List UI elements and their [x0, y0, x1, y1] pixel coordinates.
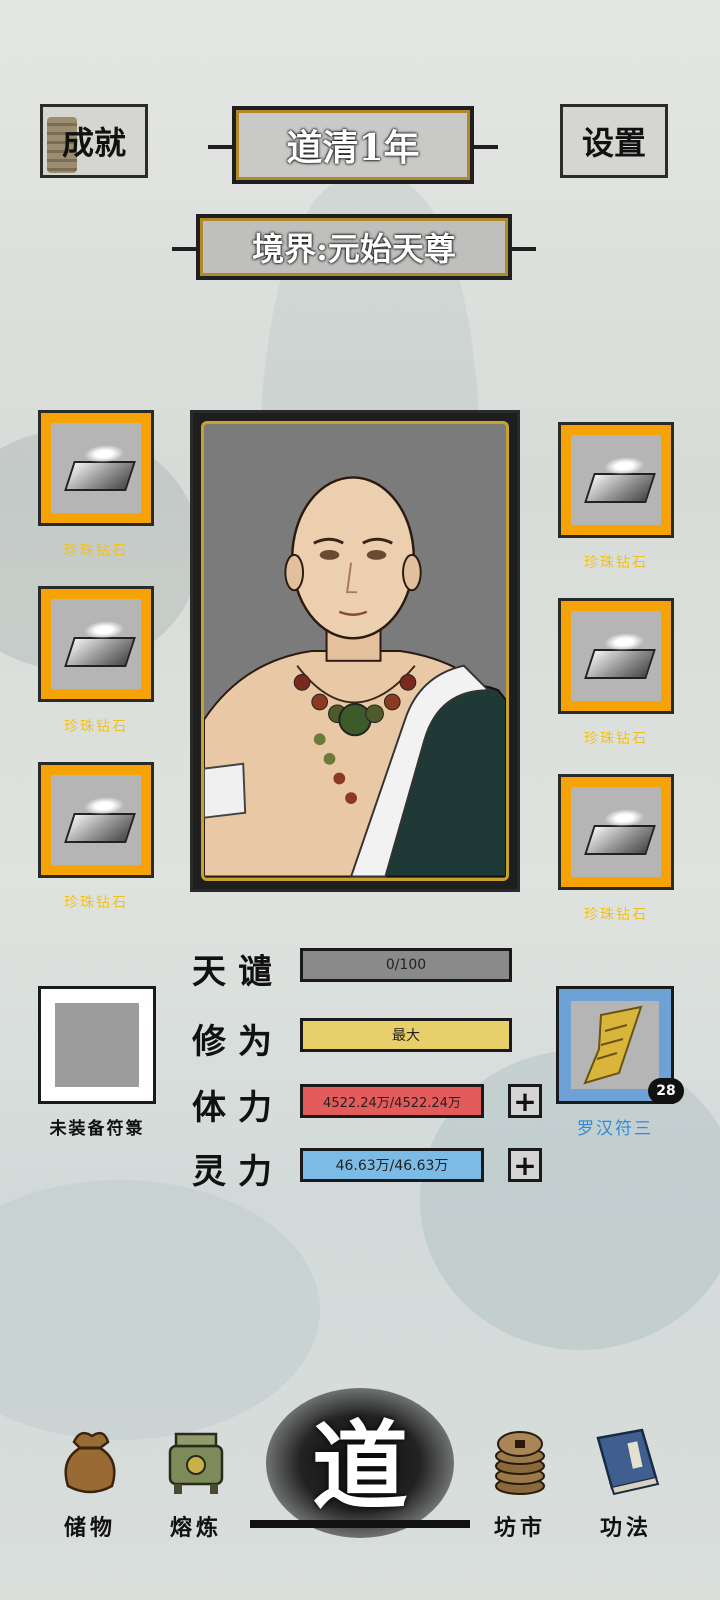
- gem-icon: [64, 637, 136, 667]
- equip-label: 珍珠钻石: [584, 731, 648, 747]
- talisman-equipped-label: 罗汉符三: [577, 1119, 653, 1139]
- tili-value: 4522.24万/4522.24万: [323, 1095, 461, 1111]
- equip-slot-right-3[interactable]: [558, 774, 674, 890]
- lingli-add-button[interactable]: +: [508, 1148, 542, 1182]
- achievements-button[interactable]: 成就: [40, 104, 148, 178]
- nav-storage[interactable]: 储物: [40, 1420, 140, 1542]
- year-title: 道清1年: [286, 127, 420, 169]
- nav-market[interactable]: 坊市: [470, 1420, 570, 1542]
- talisman-slot-empty[interactable]: [38, 986, 156, 1104]
- xiuwei-value: 最大: [392, 1028, 420, 1044]
- tili-bar: 4522.24万/4522.24万: [300, 1084, 484, 1118]
- character-portrait: [201, 421, 509, 881]
- nav-dao-label: 道: [312, 1409, 408, 1523]
- equip-slot-left-3[interactable]: [38, 762, 154, 878]
- gem-icon: [64, 461, 136, 491]
- year-banner: 道清1年: [208, 106, 498, 184]
- equip-label: 珍珠钻石: [64, 895, 128, 911]
- equip-label: 珍珠钻石: [584, 907, 648, 923]
- stat-label-tili: 体力: [192, 1088, 284, 1128]
- stat-label-lingli: 灵力: [192, 1152, 284, 1192]
- stat-label-tianqian: 天谴: [192, 952, 284, 992]
- equip-slot-right-2[interactable]: [558, 598, 674, 714]
- tianqian-bar: 0/100: [300, 948, 512, 982]
- nav-skills[interactable]: 功法: [576, 1420, 676, 1542]
- coin-stack-icon: [495, 1431, 545, 1495]
- gem-icon: [64, 813, 136, 843]
- realm-banner: 境界:元始天尊: [172, 214, 536, 280]
- tili-add-button[interactable]: +: [508, 1084, 542, 1118]
- achievements-label: 成就: [61, 124, 126, 162]
- nav-dao[interactable]: 道: [250, 1388, 470, 1538]
- gem-icon: [584, 825, 656, 855]
- storage-bag-icon: [64, 1431, 116, 1494]
- book-icon: [596, 1428, 660, 1496]
- equip-slot-left-1[interactable]: [38, 410, 154, 526]
- talisman-count-badge: 28: [648, 1078, 684, 1104]
- stat-label-xiuwei: 修为: [192, 1022, 284, 1062]
- furnace-icon: [168, 1432, 224, 1494]
- lingli-value: 46.63万/46.63万: [335, 1158, 449, 1174]
- gem-icon: [584, 473, 656, 503]
- nav-refine[interactable]: 熔炼: [146, 1420, 246, 1542]
- xiuwei-bar: 最大: [300, 1018, 512, 1052]
- equip-slot-right-1[interactable]: [558, 422, 674, 538]
- realm-title: 境界:元始天尊: [252, 230, 456, 268]
- talisman-scroll-icon: [583, 1005, 643, 1085]
- tianqian-value: 0/100: [385, 957, 427, 973]
- nav-market-label: 坊市: [493, 1515, 546, 1541]
- talisman-empty-label: 未装备符箓: [49, 1119, 145, 1139]
- character-portrait-frame[interactable]: [190, 410, 520, 892]
- equip-slot-left-2[interactable]: [38, 586, 154, 702]
- gem-icon: [584, 649, 656, 679]
- equip-label: 珍珠钻石: [64, 543, 128, 559]
- equip-label: 珍珠钻石: [64, 719, 128, 735]
- monk-character-icon: [204, 476, 506, 878]
- equip-label: 珍珠钻石: [584, 555, 648, 571]
- settings-label: 设置: [581, 124, 646, 162]
- nav-refine-label: 熔炼: [169, 1515, 222, 1541]
- nav-storage-label: 储物: [63, 1515, 116, 1541]
- lingli-bar: 46.63万/46.63万: [300, 1148, 484, 1182]
- nav-skills-label: 功法: [599, 1515, 652, 1541]
- settings-button[interactable]: 设置: [560, 104, 668, 178]
